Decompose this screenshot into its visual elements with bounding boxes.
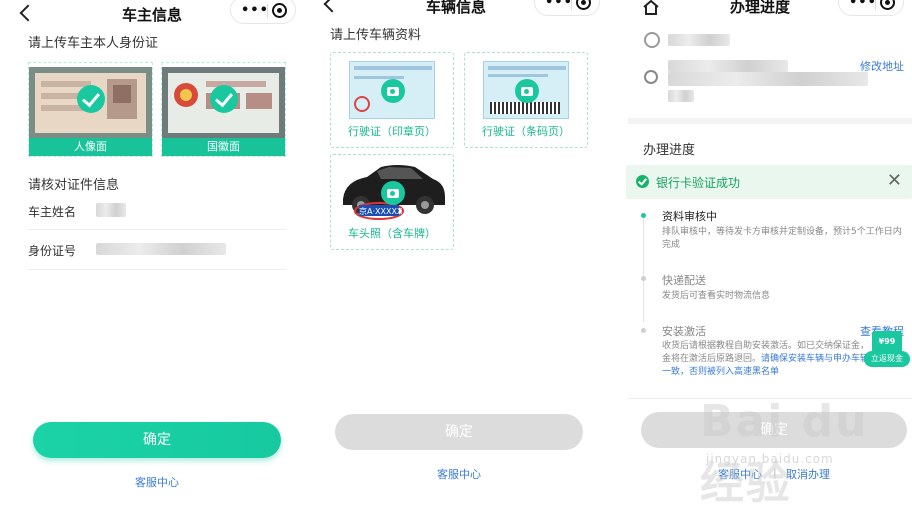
id-emblem-upload[interactable]: 国徽面 [161, 62, 286, 157]
mini-program-capsule: ••• [838, 0, 904, 16]
customer-service-link[interactable]: 客服中心 [304, 466, 608, 482]
license-barcode-upload[interactable]: 行驶证（条码页） [464, 52, 588, 148]
id-number-value-redacted [96, 243, 226, 255]
cash-badge: ¥99 [872, 331, 902, 353]
watermark-url: jingyan.baidu.com [706, 452, 834, 466]
section-separator [628, 118, 912, 124]
nav-bar: 车主信息 ••• [0, 0, 304, 30]
car-icon [644, 32, 660, 48]
step-title: 快递配送 [662, 274, 706, 287]
progress-heading: 办理进度 [643, 143, 696, 158]
more-icon[interactable]: ••• [545, 0, 573, 9]
step-title: 资料审核中 [662, 210, 717, 223]
divider [28, 269, 286, 270]
car-front-caption: 车头照（含车牌） [348, 227, 436, 240]
upload-vehicle-heading: 请上传车辆资料 [330, 28, 422, 43]
mini-program-capsule: ••• [230, 0, 296, 24]
id-number-label: 身份证号 [28, 244, 77, 258]
more-icon[interactable]: ••• [241, 4, 269, 17]
step-dot [641, 276, 646, 281]
divider [28, 229, 286, 230]
close-target-icon[interactable] [880, 0, 895, 10]
owner-name-label: 车主姓名 [28, 205, 77, 219]
step-dot [641, 328, 646, 333]
step-desc: 发货后可查看实时物流信息 [662, 291, 771, 301]
car-front-upload[interactable]: 京A·XXXXX 车头照（含车牌） [330, 154, 454, 250]
verify-heading: 请核对证件信息 [28, 178, 120, 193]
emblem-caption: 国徽面 [162, 138, 285, 156]
success-check-icon [636, 175, 649, 188]
edit-address-link[interactable]: 修改地址 [860, 58, 904, 74]
close-icon[interactable]: ✕ [887, 170, 902, 191]
owner-name-value-redacted [96, 203, 126, 217]
plate-text: 京A·XXXXX [359, 207, 403, 216]
step-title: 安装激活 [662, 325, 706, 338]
owner-info-screen: 车主信息 ••• 请上传车主本人身份证 人像面 国徽面 请核对证件信息 车主姓名… [0, 0, 304, 490]
address-redacted [668, 72, 868, 86]
step-active-dot [641, 213, 646, 218]
vehicle-info-screen: 车辆信息 ••• 请上传车辆资料 行驶证（印章页） 行驶证（条码页） 京A·XX… [304, 0, 608, 490]
camera-icon [515, 79, 539, 103]
license-seal-upload[interactable]: 行驶证（印章页） [330, 52, 454, 148]
step-desc: 收货后请根据教程自助安装激活。如已交纳保证金， 金将在激活后原路退回。请确保安装… [662, 340, 874, 379]
capsule-divider [571, 0, 572, 10]
cash-tag: 立返现金 [864, 351, 910, 367]
check-icon [210, 85, 238, 113]
capsule-divider [267, 4, 268, 18]
install-desc-text: 收货后请根据教程自助安装激活。如已交纳保证金， [662, 341, 870, 351]
mini-program-capsule: ••• [534, 0, 600, 16]
upload-id-heading: 请上传车主本人身份证 [28, 36, 159, 51]
capsule-divider [875, 0, 876, 10]
step-desc: 排队审核中，等待发卡方审核并定制设备，预计5个工作日内完成 [662, 227, 902, 250]
location-icon [644, 70, 658, 84]
license-seal-caption: 行驶证（印章页） [348, 125, 436, 138]
camera-icon [381, 181, 405, 205]
close-target-icon[interactable] [272, 3, 287, 18]
address-line2-redacted [668, 90, 694, 102]
portrait-caption: 人像面 [29, 138, 152, 156]
close-target-icon[interactable] [576, 0, 591, 10]
install-desc-text-2: 金将在激活后原路退回。 [662, 354, 762, 364]
check-icon [77, 85, 105, 113]
customer-service-link[interactable]: 客服中心 [0, 474, 304, 490]
confirm-button[interactable]: 确定 [335, 414, 583, 450]
id-portrait-upload[interactable]: 人像面 [28, 62, 153, 157]
cash-back-float-button[interactable]: ¥99 立返现金 [864, 329, 910, 369]
nav-bar: 办理进度 ••• [608, 0, 912, 30]
recipient-redacted [668, 60, 788, 72]
license-barcode-caption: 行驶证（条码页） [482, 125, 570, 138]
more-icon[interactable]: ••• [849, 0, 877, 9]
plate-redacted [668, 34, 730, 46]
banner-text: 银行卡验证成功 [656, 176, 741, 190]
confirm-button[interactable]: 确定 [33, 422, 281, 458]
timeline-line [643, 218, 644, 322]
bank-verify-banner: 银行卡验证成功 ✕ [626, 165, 912, 199]
camera-icon [381, 79, 405, 103]
